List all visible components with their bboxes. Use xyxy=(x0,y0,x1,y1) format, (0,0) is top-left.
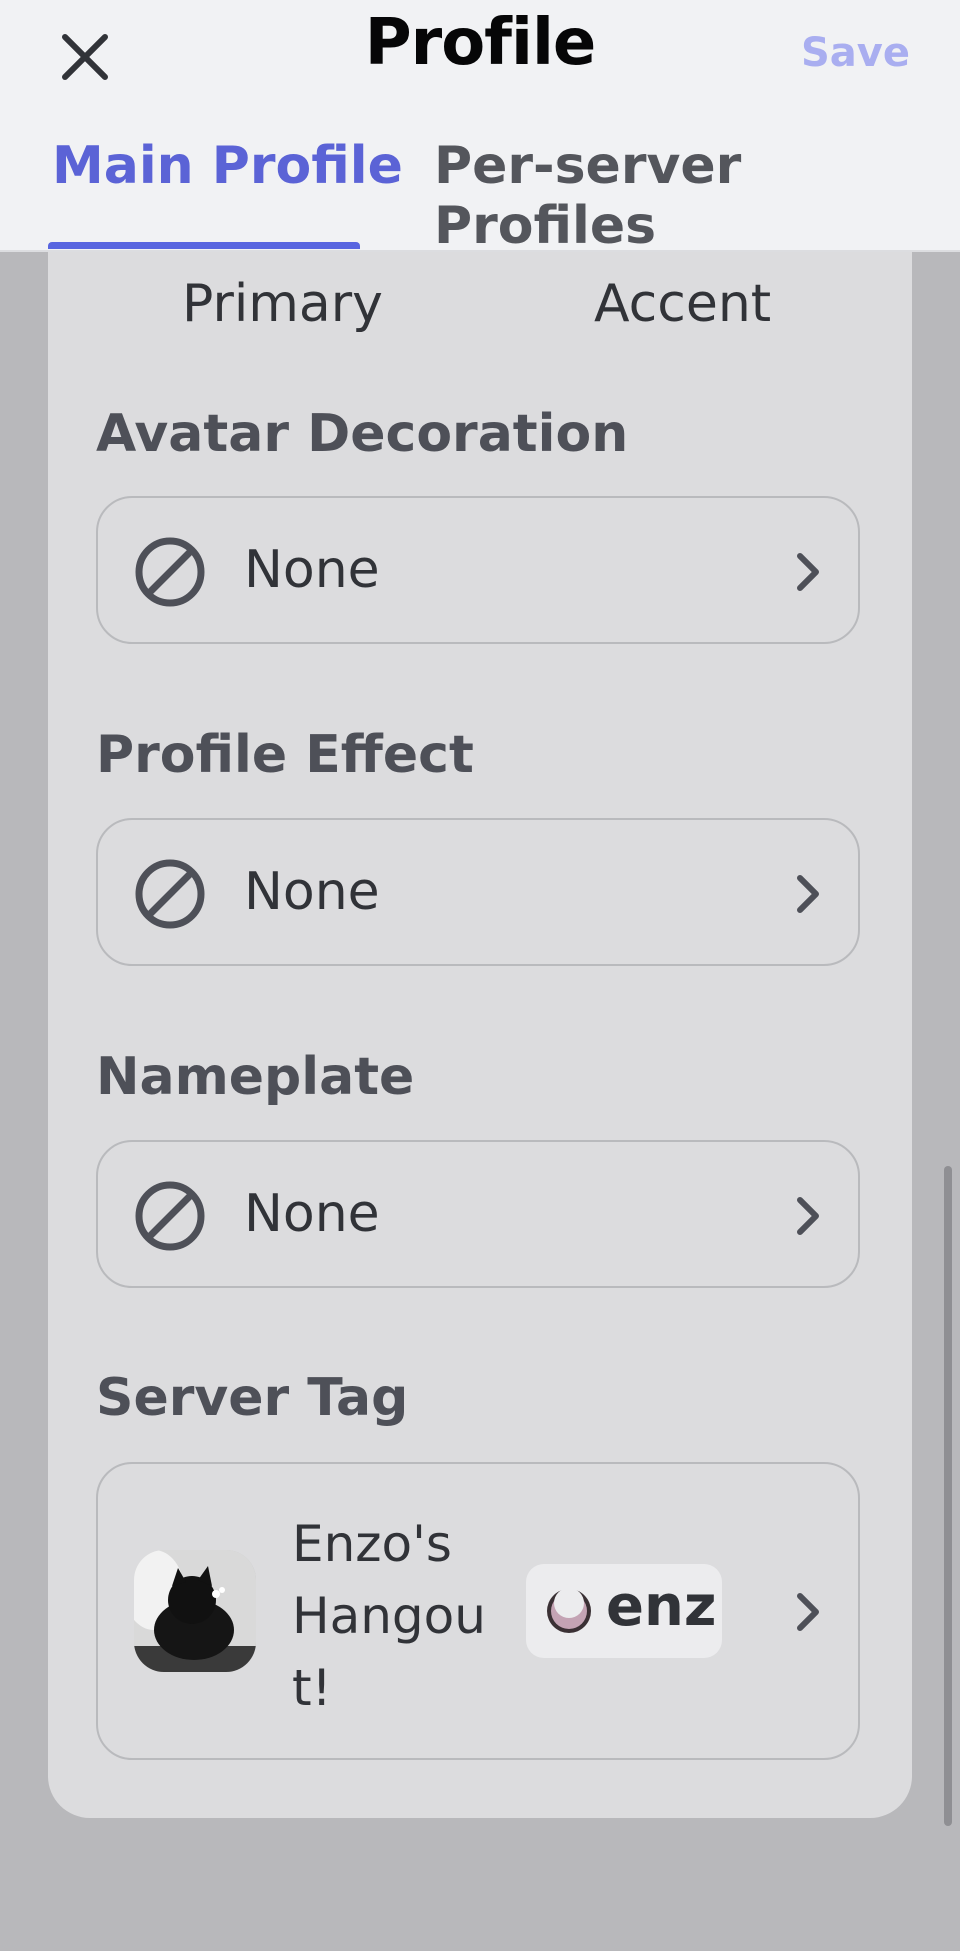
chevron-right-icon xyxy=(797,553,819,591)
tab-per-server-profiles[interactable]: Per-server Profiles xyxy=(434,136,960,256)
chevron-right-icon xyxy=(797,1197,819,1235)
save-button[interactable]: Save xyxy=(801,30,910,76)
avatar-decoration-selector[interactable]: None xyxy=(96,496,860,644)
tab-main-profile[interactable]: Main Profile xyxy=(52,136,403,196)
server-tag-title: Server Tag xyxy=(96,1368,409,1428)
scrollbar[interactable] xyxy=(944,1166,952,1826)
avatar-decoration-title: Avatar Decoration xyxy=(96,404,629,464)
accent-color-label[interactable]: Accent xyxy=(594,274,771,334)
active-tab-indicator xyxy=(48,242,360,249)
nameplate-title: Nameplate xyxy=(96,1047,415,1107)
chevron-right-icon xyxy=(797,875,819,913)
avatar-decoration-value: None xyxy=(244,540,380,600)
cat-avatar-image xyxy=(134,1550,256,1672)
none-icon xyxy=(135,859,205,929)
primary-color-label[interactable]: Primary xyxy=(182,274,383,334)
top-header: Profile Save Main Profile Per-server Pro… xyxy=(0,0,960,256)
server-tag-selector[interactable]: Enzo's Hangout! enz xyxy=(96,1462,860,1760)
server-name: Enzo's Hangout! xyxy=(292,1515,486,1717)
none-icon xyxy=(135,1181,205,1251)
profile-effect-selector[interactable]: None xyxy=(96,818,860,966)
server-tag-badge: enz xyxy=(526,1564,722,1658)
server-avatar xyxy=(134,1550,256,1672)
nameplate-value: None xyxy=(244,1184,380,1244)
profile-effect-value: None xyxy=(244,862,380,922)
chevron-right-icon xyxy=(797,1593,819,1631)
nameplate-selector[interactable]: None xyxy=(96,1140,860,1288)
server-tag-text: enz xyxy=(606,1574,717,1639)
moon-badge-icon xyxy=(547,1588,591,1633)
none-icon xyxy=(135,537,205,607)
profile-effect-title: Profile Effect xyxy=(96,725,474,785)
profile-settings-card: Primary Accent Avatar Decoration None Pr… xyxy=(48,230,912,1818)
